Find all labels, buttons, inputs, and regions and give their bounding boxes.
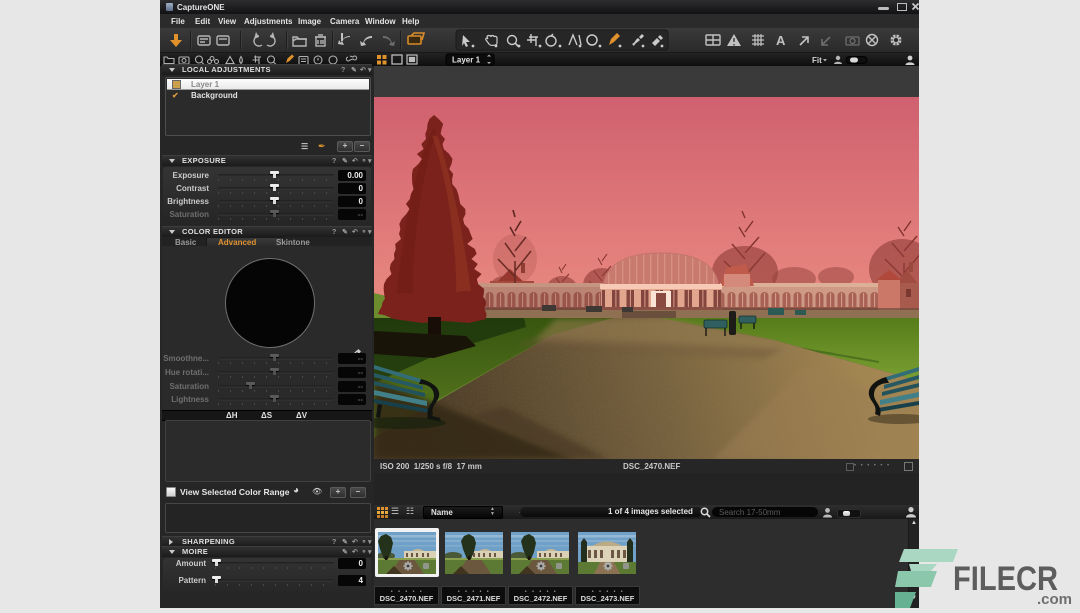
svg-text:A: A — [776, 33, 786, 48]
svg-text:.com: .com — [1037, 591, 1072, 608]
svg-text:Fit: Fit — [812, 56, 822, 65]
svg-text:Layer 1: Layer 1 — [452, 56, 481, 65]
